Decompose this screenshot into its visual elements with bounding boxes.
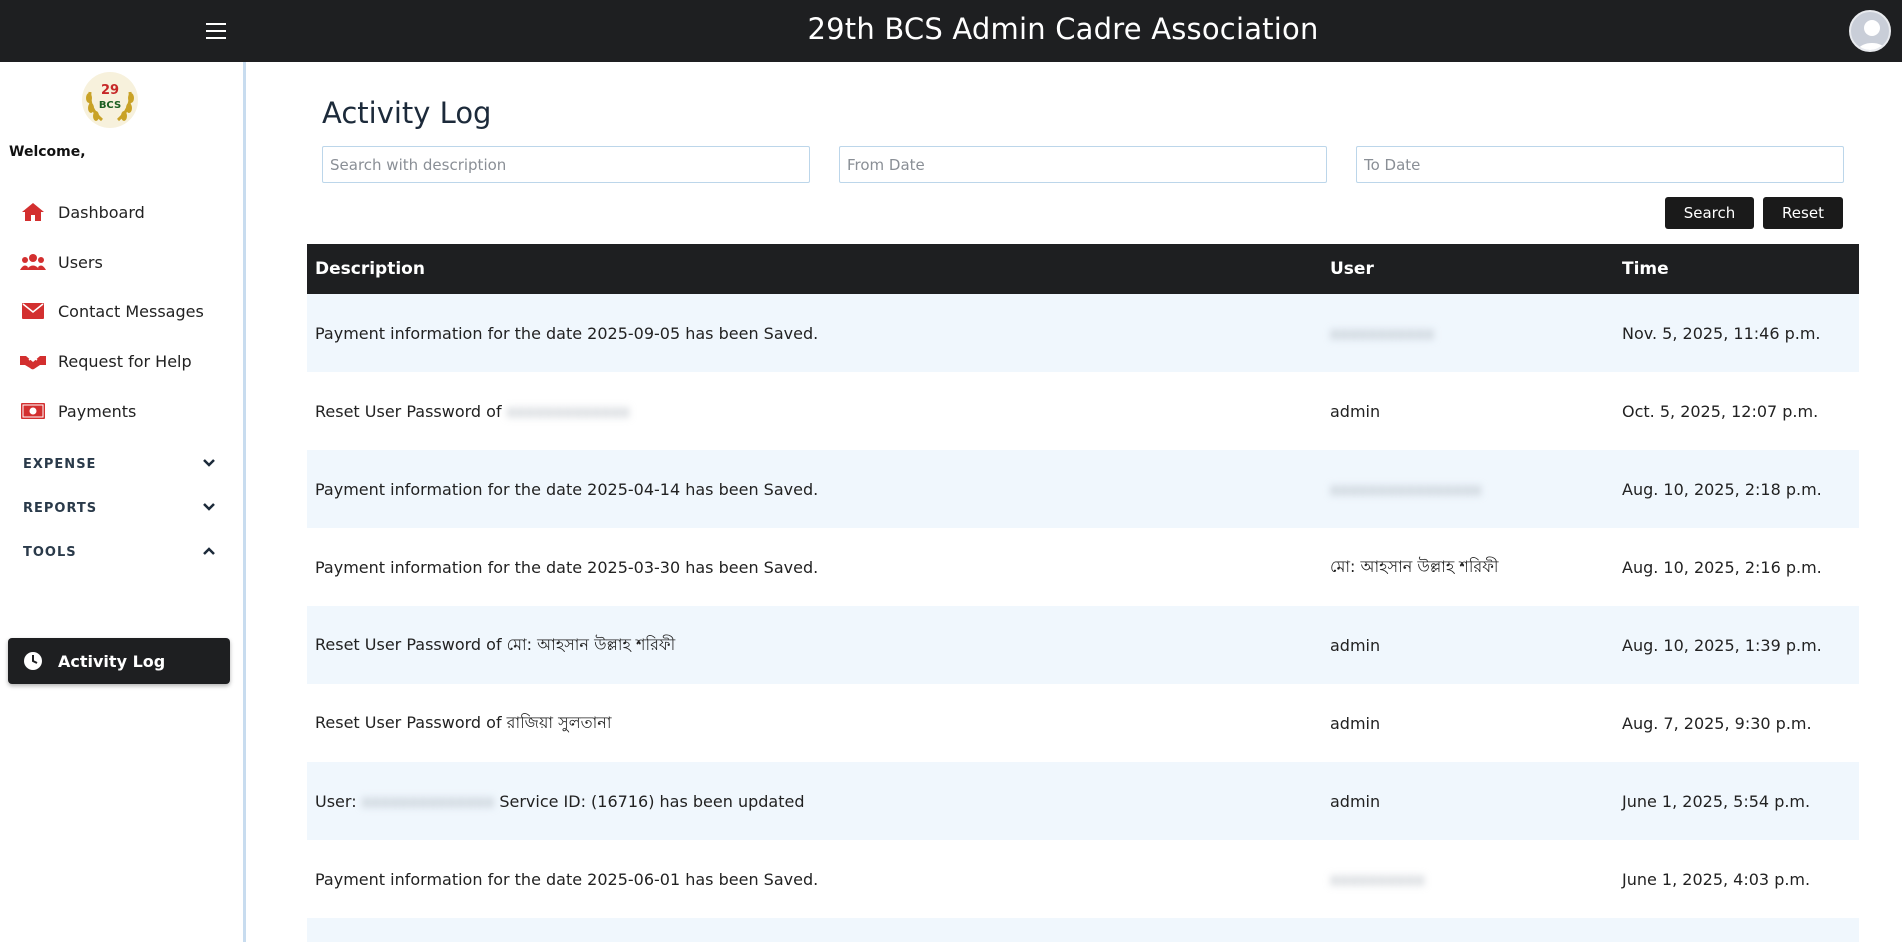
row-description: Payment information for the date 2025-09… — [307, 294, 1322, 372]
redacted-name: xxxxxxxxxxxxx — [506, 401, 630, 421]
sidebar-section-expense[interactable]: EXPENSE — [8, 449, 230, 479]
row-user: মো: আহসান উল্লাহ শরিফী — [1322, 528, 1614, 606]
money-icon — [18, 403, 48, 419]
table-row: Payment information for the date 2025-03… — [307, 528, 1859, 606]
table-row: Reset User Password of রাজিয়া সুলতানা a… — [307, 684, 1859, 762]
to-date-input[interactable] — [1356, 146, 1844, 183]
top-bar: 29th BCS Admin Cadre Association — [0, 0, 1902, 62]
sidebar: 29 BCS Welcome, Dashboard Users Contact … — [0, 62, 246, 942]
table-row: Payment information for the date 2025-09… — [307, 294, 1859, 372]
redacted-name: xxxxxxxxxxxxxx — [361, 791, 495, 811]
home-icon — [18, 202, 48, 222]
row-description: Reset User Password of রাজিয়া সুলতানা — [307, 684, 1322, 762]
redacted-user: xxxxxxxxxx — [1330, 869, 1425, 889]
row-description: Reset User Password of মো: আহসান উল্লাহ … — [307, 606, 1322, 684]
row-user: xxxxxxxxxxxxxxxx — [1322, 450, 1614, 528]
row-time: Aug. 7, 2025, 9:30 p.m. — [1614, 684, 1859, 762]
clock-icon — [18, 651, 48, 671]
chevron-down-icon — [202, 455, 216, 473]
sidebar-item-label: Users — [58, 252, 103, 272]
row-description: Payment information for the date 2025-06… — [307, 840, 1322, 918]
sidebar-item-label: Contact Messages — [58, 301, 204, 321]
chevron-up-icon — [202, 543, 216, 561]
row-time: June 1, 2025, 5:54 p.m. — [1614, 762, 1859, 840]
row-time — [1614, 918, 1859, 942]
search-input[interactable] — [322, 146, 810, 183]
row-user: admin — [1322, 372, 1614, 450]
row-user: xxxxxxxxxx — [1322, 840, 1614, 918]
section-label: EXPENSE — [23, 456, 97, 472]
row-description: Payment information for the date 2025-04… — [307, 450, 1322, 528]
section-label: REPORTS — [23, 500, 98, 516]
sidebar-item-users[interactable]: Users — [8, 242, 230, 282]
app-title: 29th BCS Admin Cadre Association — [807, 12, 1319, 46]
table-row — [307, 918, 1859, 942]
sidebar-item-label: Payments — [58, 401, 137, 421]
sidebar-section-reports[interactable]: REPORTS — [8, 493, 230, 523]
envelope-icon — [18, 303, 48, 319]
row-description: User: xxxxxxxxxxxxxx Service ID: (16716)… — [307, 762, 1322, 840]
table-header-row: Description User Time — [307, 244, 1859, 294]
row-description — [307, 918, 1322, 942]
sidebar-item-label: Request for Help — [58, 351, 192, 371]
table-row: User: xxxxxxxxxxxxxx Service ID: (16716)… — [307, 762, 1859, 840]
column-header-time[interactable]: Time — [1614, 244, 1859, 294]
sidebar-item-request-for-help[interactable]: Request for Help — [8, 341, 230, 381]
row-time: Aug. 10, 2025, 2:18 p.m. — [1614, 450, 1859, 528]
users-icon — [18, 253, 48, 271]
sidebar-item-label: Dashboard — [58, 202, 145, 222]
row-user: xxxxxxxxxxx — [1322, 294, 1614, 372]
svg-text:29: 29 — [101, 83, 119, 98]
svg-text:BCS: BCS — [99, 100, 121, 111]
table-row: Payment information for the date 2025-06… — [307, 840, 1859, 918]
from-date-input[interactable] — [839, 146, 1327, 183]
row-time: Nov. 5, 2025, 11:46 p.m. — [1614, 294, 1859, 372]
sidebar-item-activity-log[interactable]: Activity Log — [8, 638, 230, 684]
reset-button[interactable]: Reset — [1763, 197, 1843, 229]
row-user: admin — [1322, 606, 1614, 684]
row-description: Payment information for the date 2025-03… — [307, 528, 1322, 606]
row-user: admin — [1322, 684, 1614, 762]
column-header-user[interactable]: User — [1322, 244, 1614, 294]
sidebar-item-payments[interactable]: Payments — [8, 391, 230, 431]
sidebar-item-label: Activity Log — [58, 651, 166, 671]
page-title: Activity Log — [322, 96, 492, 130]
search-button[interactable]: Search — [1665, 197, 1754, 229]
row-time: Aug. 10, 2025, 1:39 p.m. — [1614, 606, 1859, 684]
section-label: TOOLS — [23, 544, 77, 560]
row-time: Aug. 10, 2025, 2:16 p.m. — [1614, 528, 1859, 606]
row-user — [1322, 918, 1614, 942]
table-row: Reset User Password of xxxxxxxxxxxxx adm… — [307, 372, 1859, 450]
sidebar-item-contact-messages[interactable]: Contact Messages — [8, 291, 230, 331]
column-header-description[interactable]: Description — [307, 244, 1322, 294]
redacted-user: xxxxxxxxxxx — [1330, 323, 1435, 343]
sidebar-item-dashboard[interactable]: Dashboard — [8, 192, 230, 232]
activity-log-table: Description User Time Payment informatio… — [307, 244, 1859, 942]
row-user: admin — [1322, 762, 1614, 840]
handshake-icon — [18, 352, 48, 370]
row-description: Reset User Password of xxxxxxxxxxxxx — [307, 372, 1322, 450]
redacted-user: xxxxxxxxxxxxxxxx — [1330, 479, 1482, 499]
table-row: Reset User Password of মো: আহসান উল্লাহ … — [307, 606, 1859, 684]
table-row: Payment information for the date 2025-04… — [307, 450, 1859, 528]
association-logo: 29 BCS — [80, 70, 140, 130]
row-time: June 1, 2025, 4:03 p.m. — [1614, 840, 1859, 918]
user-avatar[interactable] — [1849, 10, 1891, 52]
chevron-down-icon — [202, 499, 216, 517]
row-time: Oct. 5, 2025, 12:07 p.m. — [1614, 372, 1859, 450]
sidebar-section-tools[interactable]: TOOLS — [8, 537, 230, 567]
welcome-text: Welcome, — [9, 144, 86, 160]
